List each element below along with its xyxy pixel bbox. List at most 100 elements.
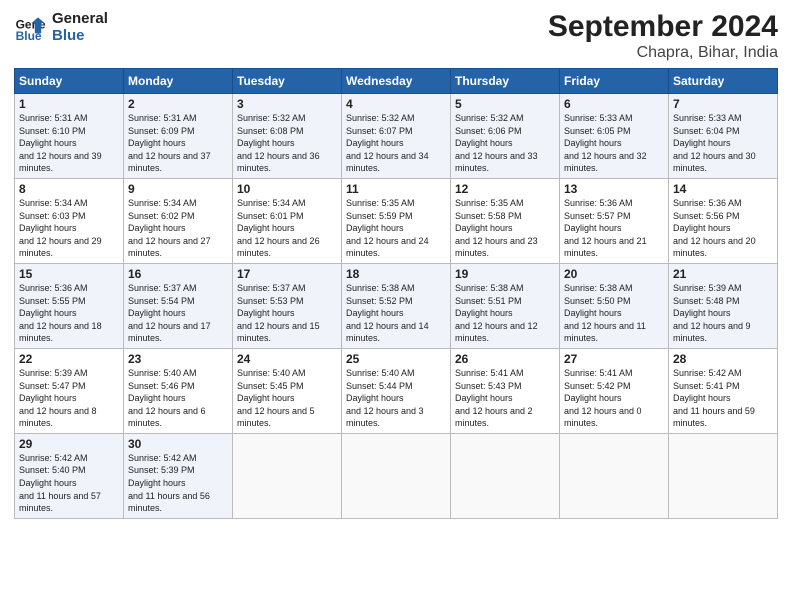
- page-container: General Blue General Blue September 2024…: [0, 0, 792, 525]
- day-info: Sunrise: 5:33 AMSunset: 6:05 PMDaylight …: [564, 113, 647, 173]
- calendar-cell: [451, 433, 560, 518]
- month-year-title: September 2024: [548, 10, 778, 44]
- day-number: 12: [455, 182, 555, 196]
- day-number: 28: [673, 352, 773, 366]
- day-number: 3: [237, 97, 337, 111]
- location-subtitle: Chapra, Bihar, India: [548, 44, 778, 62]
- calendar-header-friday: Friday: [560, 69, 669, 94]
- calendar-cell: 12 Sunrise: 5:35 AMSunset: 5:58 PMDayligh…: [451, 178, 560, 263]
- day-number: 25: [346, 352, 446, 366]
- calendar-cell: 26 Sunrise: 5:41 AMSunset: 5:43 PMDayligh…: [451, 348, 560, 433]
- day-number: 19: [455, 267, 555, 281]
- calendar-cell: 13 Sunrise: 5:36 AMSunset: 5:57 PMDayligh…: [560, 178, 669, 263]
- day-info: Sunrise: 5:39 AMSunset: 5:47 PMDaylight …: [19, 368, 97, 428]
- day-info: Sunrise: 5:41 AMSunset: 5:42 PMDaylight …: [564, 368, 642, 428]
- day-number: 21: [673, 267, 773, 281]
- day-info: Sunrise: 5:34 AMSunset: 6:01 PMDaylight …: [237, 198, 320, 258]
- calendar-cell: 10 Sunrise: 5:34 AMSunset: 6:01 PMDayligh…: [233, 178, 342, 263]
- calendar-cell: 17 Sunrise: 5:37 AMSunset: 5:53 PMDayligh…: [233, 263, 342, 348]
- day-number: 10: [237, 182, 337, 196]
- calendar-cell: 27 Sunrise: 5:41 AMSunset: 5:42 PMDayligh…: [560, 348, 669, 433]
- title-block: September 2024 Chapra, Bihar, India: [548, 10, 778, 62]
- day-number: 8: [19, 182, 119, 196]
- calendar-cell: 11 Sunrise: 5:35 AMSunset: 5:59 PMDayligh…: [342, 178, 451, 263]
- day-info: Sunrise: 5:36 AMSunset: 5:56 PMDaylight …: [673, 198, 756, 258]
- logo-blue: Blue: [52, 27, 108, 44]
- calendar-week-1: 8Sunrise: 5:34 AMSunset: 6:03 PMDaylight…: [15, 178, 778, 263]
- day-number: 26: [455, 352, 555, 366]
- calendar-cell: 29 Sunrise: 5:42 AMSunset: 5:40 PMDayligh…: [15, 433, 124, 518]
- calendar-header-tuesday: Tuesday: [233, 69, 342, 94]
- day-info: Sunrise: 5:37 AMSunset: 5:53 PMDaylight …: [237, 283, 320, 343]
- day-info: Sunrise: 5:34 AMSunset: 6:02 PMDaylight …: [128, 198, 211, 258]
- calendar-cell: 22Sunrise: 5:39 AMSunset: 5:47 PMDayligh…: [15, 348, 124, 433]
- day-number: 14: [673, 182, 773, 196]
- calendar-header-thursday: Thursday: [451, 69, 560, 94]
- day-info: Sunrise: 5:41 AMSunset: 5:43 PMDaylight …: [455, 368, 533, 428]
- calendar-cell: 1Sunrise: 5:31 AMSunset: 6:10 PMDaylight…: [15, 94, 124, 179]
- day-number: 15: [19, 267, 119, 281]
- calendar-cell: 5 Sunrise: 5:32 AMSunset: 6:06 PMDaylight…: [451, 94, 560, 179]
- day-number: 4: [346, 97, 446, 111]
- calendar-cell: 7 Sunrise: 5:33 AMSunset: 6:04 PMDaylight…: [669, 94, 778, 179]
- calendar-cell: 2Sunrise: 5:31 AMSunset: 6:09 PMDaylight…: [124, 94, 233, 179]
- day-info: Sunrise: 5:42 AMSunset: 5:41 PMDaylight …: [673, 368, 755, 428]
- day-number: 11: [346, 182, 446, 196]
- calendar-cell: 18Sunrise: 5:38 AMSunset: 5:52 PMDayligh…: [342, 263, 451, 348]
- day-info: Sunrise: 5:40 AMSunset: 5:44 PMDaylight …: [346, 368, 424, 428]
- day-number: 7: [673, 97, 773, 111]
- day-info: Sunrise: 5:42 AMSunset: 5:39 PMDaylight …: [128, 453, 210, 513]
- day-number: 6: [564, 97, 664, 111]
- calendar-cell: [233, 433, 342, 518]
- day-info: Sunrise: 5:42 AMSunset: 5:40 PMDaylight …: [19, 453, 101, 513]
- calendar-week-0: 1Sunrise: 5:31 AMSunset: 6:10 PMDaylight…: [15, 94, 778, 179]
- day-number: 1: [19, 97, 119, 111]
- day-info: Sunrise: 5:40 AMSunset: 5:45 PMDaylight …: [237, 368, 315, 428]
- calendar-header-row: SundayMondayTuesdayWednesdayThursdayFrid…: [15, 69, 778, 94]
- calendar-cell: 8Sunrise: 5:34 AMSunset: 6:03 PMDaylight…: [15, 178, 124, 263]
- calendar-header-wednesday: Wednesday: [342, 69, 451, 94]
- calendar-cell: [669, 433, 778, 518]
- calendar-week-2: 15 Sunrise: 5:36 AMSunset: 5:55 PMDayligh…: [15, 263, 778, 348]
- logo-icon: General Blue: [14, 11, 46, 43]
- day-number: 13: [564, 182, 664, 196]
- calendar-cell: 16Sunrise: 5:37 AMSunset: 5:54 PMDayligh…: [124, 263, 233, 348]
- calendar-cell: 21 Sunrise: 5:39 AMSunset: 5:48 PMDayligh…: [669, 263, 778, 348]
- day-info: Sunrise: 5:39 AMSunset: 5:48 PMDaylight …: [673, 283, 751, 343]
- day-number: 23: [128, 352, 228, 366]
- day-number: 29: [19, 437, 119, 451]
- day-info: Sunrise: 5:33 AMSunset: 6:04 PMDaylight …: [673, 113, 756, 173]
- calendar-cell: 6 Sunrise: 5:33 AMSunset: 6:05 PMDaylight…: [560, 94, 669, 179]
- day-number: 17: [237, 267, 337, 281]
- day-info: Sunrise: 5:36 AMSunset: 5:57 PMDaylight …: [564, 198, 647, 258]
- day-info: Sunrise: 5:35 AMSunset: 5:58 PMDaylight …: [455, 198, 538, 258]
- day-number: 27: [564, 352, 664, 366]
- day-number: 9: [128, 182, 228, 196]
- day-number: 16: [128, 267, 228, 281]
- day-info: Sunrise: 5:38 AMSunset: 5:51 PMDaylight …: [455, 283, 538, 343]
- calendar-cell: 23 Sunrise: 5:40 AMSunset: 5:46 PMDayligh…: [124, 348, 233, 433]
- day-number: 24: [237, 352, 337, 366]
- header: General Blue General Blue September 2024…: [14, 10, 778, 62]
- day-info: Sunrise: 5:32 AMSunset: 6:06 PMDaylight …: [455, 113, 538, 173]
- calendar-table: SundayMondayTuesdayWednesdayThursdayFrid…: [14, 68, 778, 519]
- day-number: 5: [455, 97, 555, 111]
- logo: General Blue General Blue: [14, 10, 108, 45]
- day-number: 2: [128, 97, 228, 111]
- calendar-cell: 30 Sunrise: 5:42 AMSunset: 5:39 PMDayligh…: [124, 433, 233, 518]
- calendar-cell: [342, 433, 451, 518]
- calendar-cell: 9 Sunrise: 5:34 AMSunset: 6:02 PMDaylight…: [124, 178, 233, 263]
- calendar-cell: 3Sunrise: 5:32 AMSunset: 6:08 PMDaylight…: [233, 94, 342, 179]
- day-info: Sunrise: 5:40 AMSunset: 5:46 PMDaylight …: [128, 368, 206, 428]
- day-info: Sunrise: 5:38 AMSunset: 5:50 PMDaylight …: [564, 283, 646, 343]
- calendar-cell: [560, 433, 669, 518]
- day-info: Sunrise: 5:38 AMSunset: 5:52 PMDaylight …: [346, 283, 429, 343]
- calendar-cell: 15 Sunrise: 5:36 AMSunset: 5:55 PMDayligh…: [15, 263, 124, 348]
- calendar-week-4: 29 Sunrise: 5:42 AMSunset: 5:40 PMDayligh…: [15, 433, 778, 518]
- day-info: Sunrise: 5:36 AMSunset: 5:55 PMDaylight …: [19, 283, 102, 343]
- day-number: 30: [128, 437, 228, 451]
- calendar-cell: 20Sunrise: 5:38 AMSunset: 5:50 PMDayligh…: [560, 263, 669, 348]
- day-info: Sunrise: 5:35 AMSunset: 5:59 PMDaylight …: [346, 198, 429, 258]
- calendar-cell: 28 Sunrise: 5:42 AMSunset: 5:41 PMDayligh…: [669, 348, 778, 433]
- calendar-cell: 24 Sunrise: 5:40 AMSunset: 5:45 PMDayligh…: [233, 348, 342, 433]
